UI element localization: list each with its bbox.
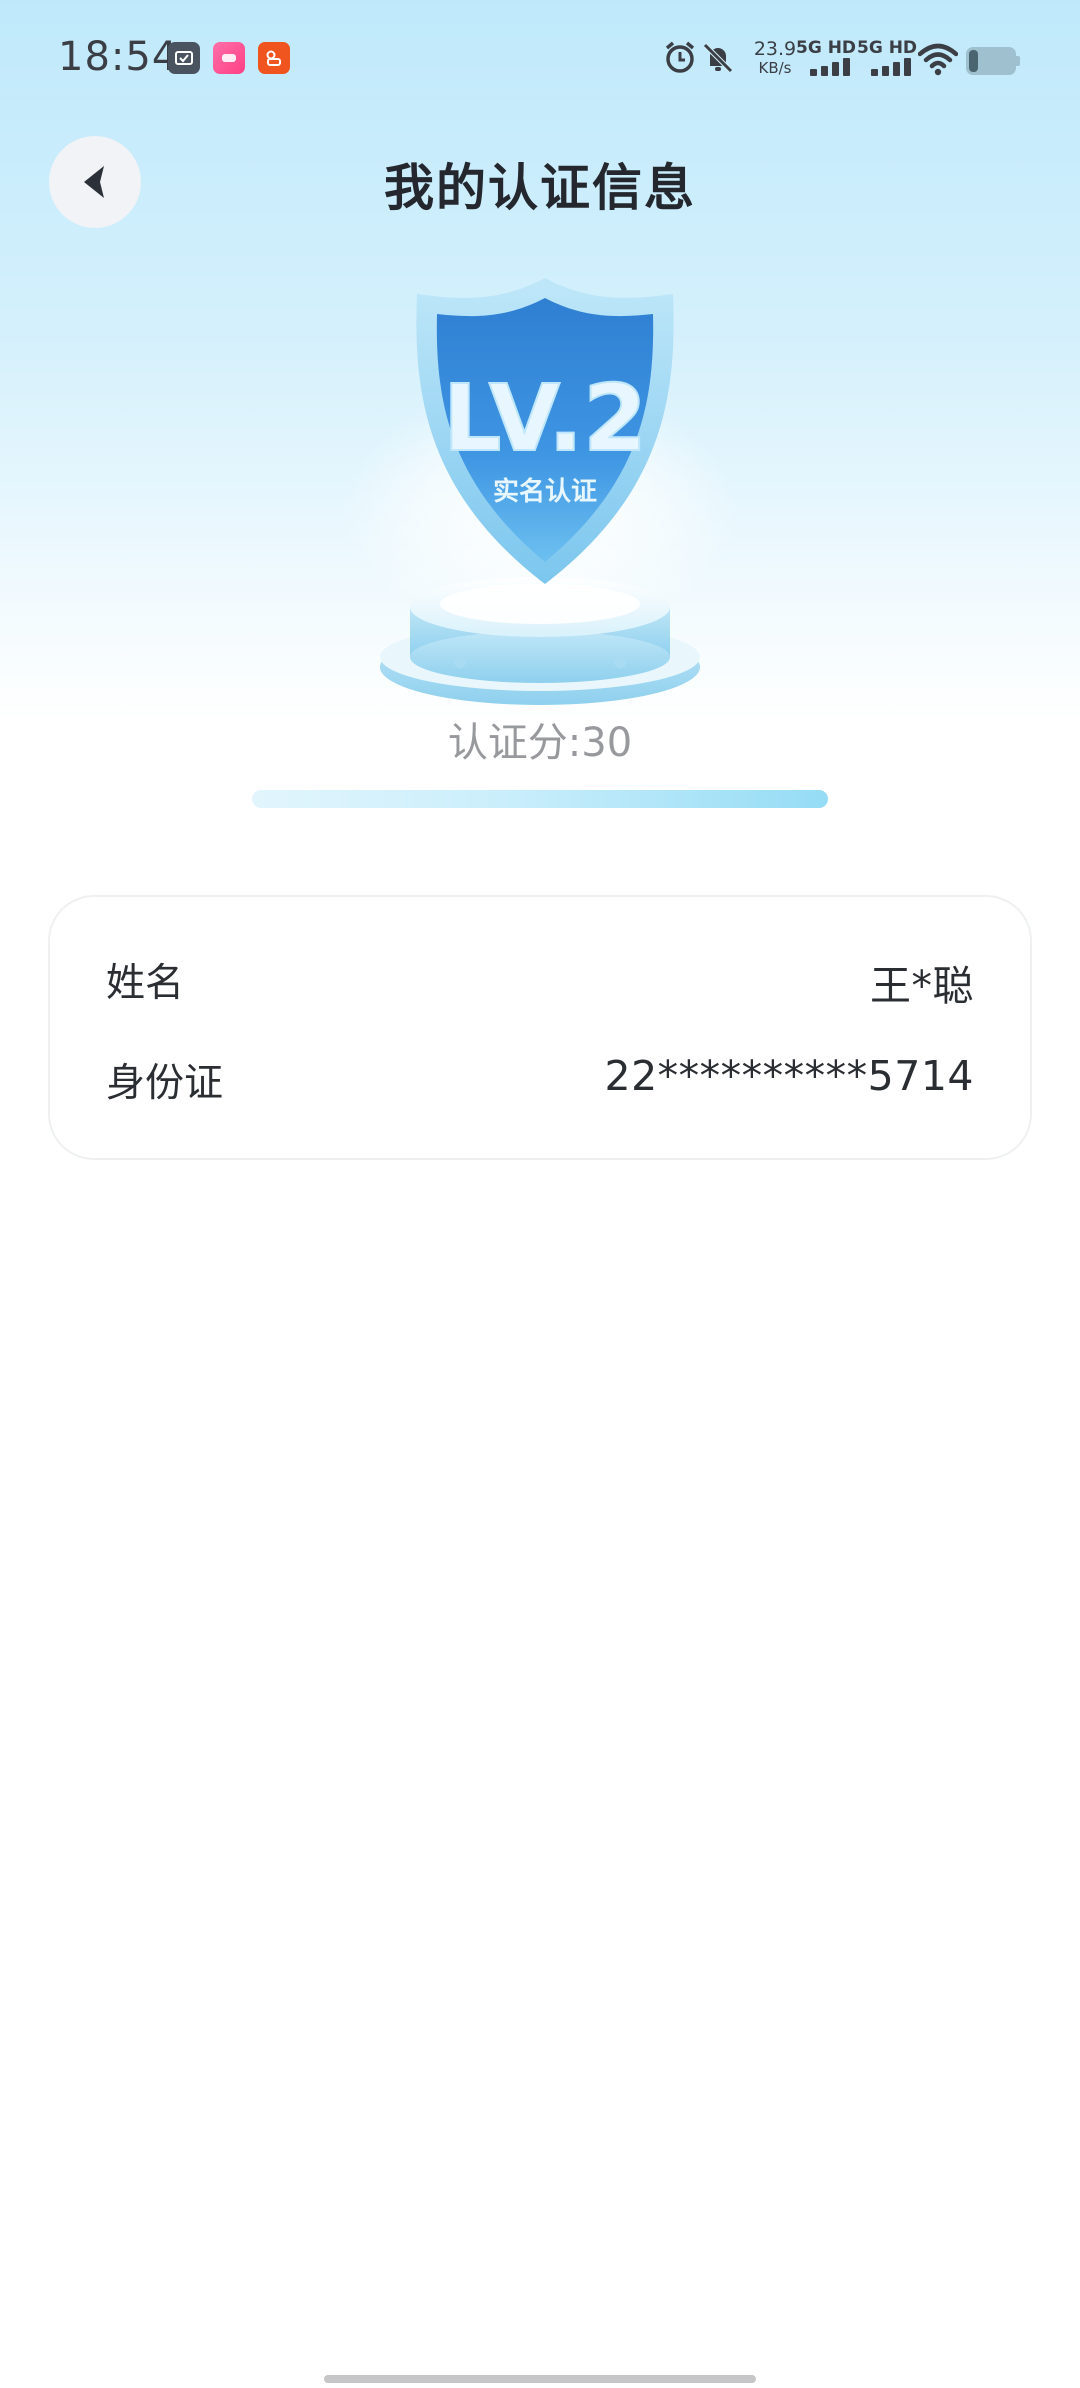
mail-app-icon <box>168 42 200 74</box>
signal-1: 5G HD <box>796 38 862 78</box>
chat-app-icon <box>213 42 245 74</box>
level-subtitle: 实名认证 <box>493 476 597 507</box>
name-label: 姓名 <box>106 961 185 1006</box>
signal-2-label: 5G HD <box>857 38 918 58</box>
video-app-icon <box>258 42 290 74</box>
signal-bars-icon <box>871 58 911 76</box>
verification-level-badge: LV.2 实名认证 <box>340 262 740 712</box>
alarm-icon <box>665 41 695 73</box>
level-text: LV.2 <box>443 365 647 472</box>
score-progress-bar <box>252 790 828 808</box>
back-button[interactable] <box>49 136 141 228</box>
battery-fill <box>969 50 978 72</box>
status-time: 18:54 <box>58 34 179 80</box>
wifi-icon <box>918 43 958 76</box>
signal-bars-icon <box>810 58 850 76</box>
page-title: 我的认证信息 <box>384 159 696 217</box>
battery-icon <box>966 47 1020 75</box>
signal-1-label: 5G HD <box>796 38 857 58</box>
name-value: 王*聪 <box>870 962 974 1010</box>
signal-2: 5G HD <box>857 38 923 78</box>
id-card-label: 身份证 <box>106 1061 224 1106</box>
mute-icon <box>703 43 733 73</box>
shield-icon: LV.2 实名认证 <box>416 278 674 584</box>
screen: 18:54 23.9 KB/s 5G HD 5G HD 我的认证信息 LV.2 … <box>0 0 1080 2388</box>
info-row-id-card: 身份证 22**********5714 <box>106 1052 974 1112</box>
status-bar: 18:54 23.9 KB/s 5G HD 5G HD <box>0 0 1080 120</box>
id-card-value: 22**********5714 <box>604 1052 974 1100</box>
home-indicator[interactable] <box>324 2375 756 2383</box>
info-row-name: 姓名 王*聪 <box>106 952 974 1012</box>
certification-score: 认证分:30 <box>447 720 633 766</box>
chevron-left-icon <box>84 166 104 198</box>
identity-info-card: 姓名 王*聪 身份证 22**********5714 <box>48 895 1032 1160</box>
